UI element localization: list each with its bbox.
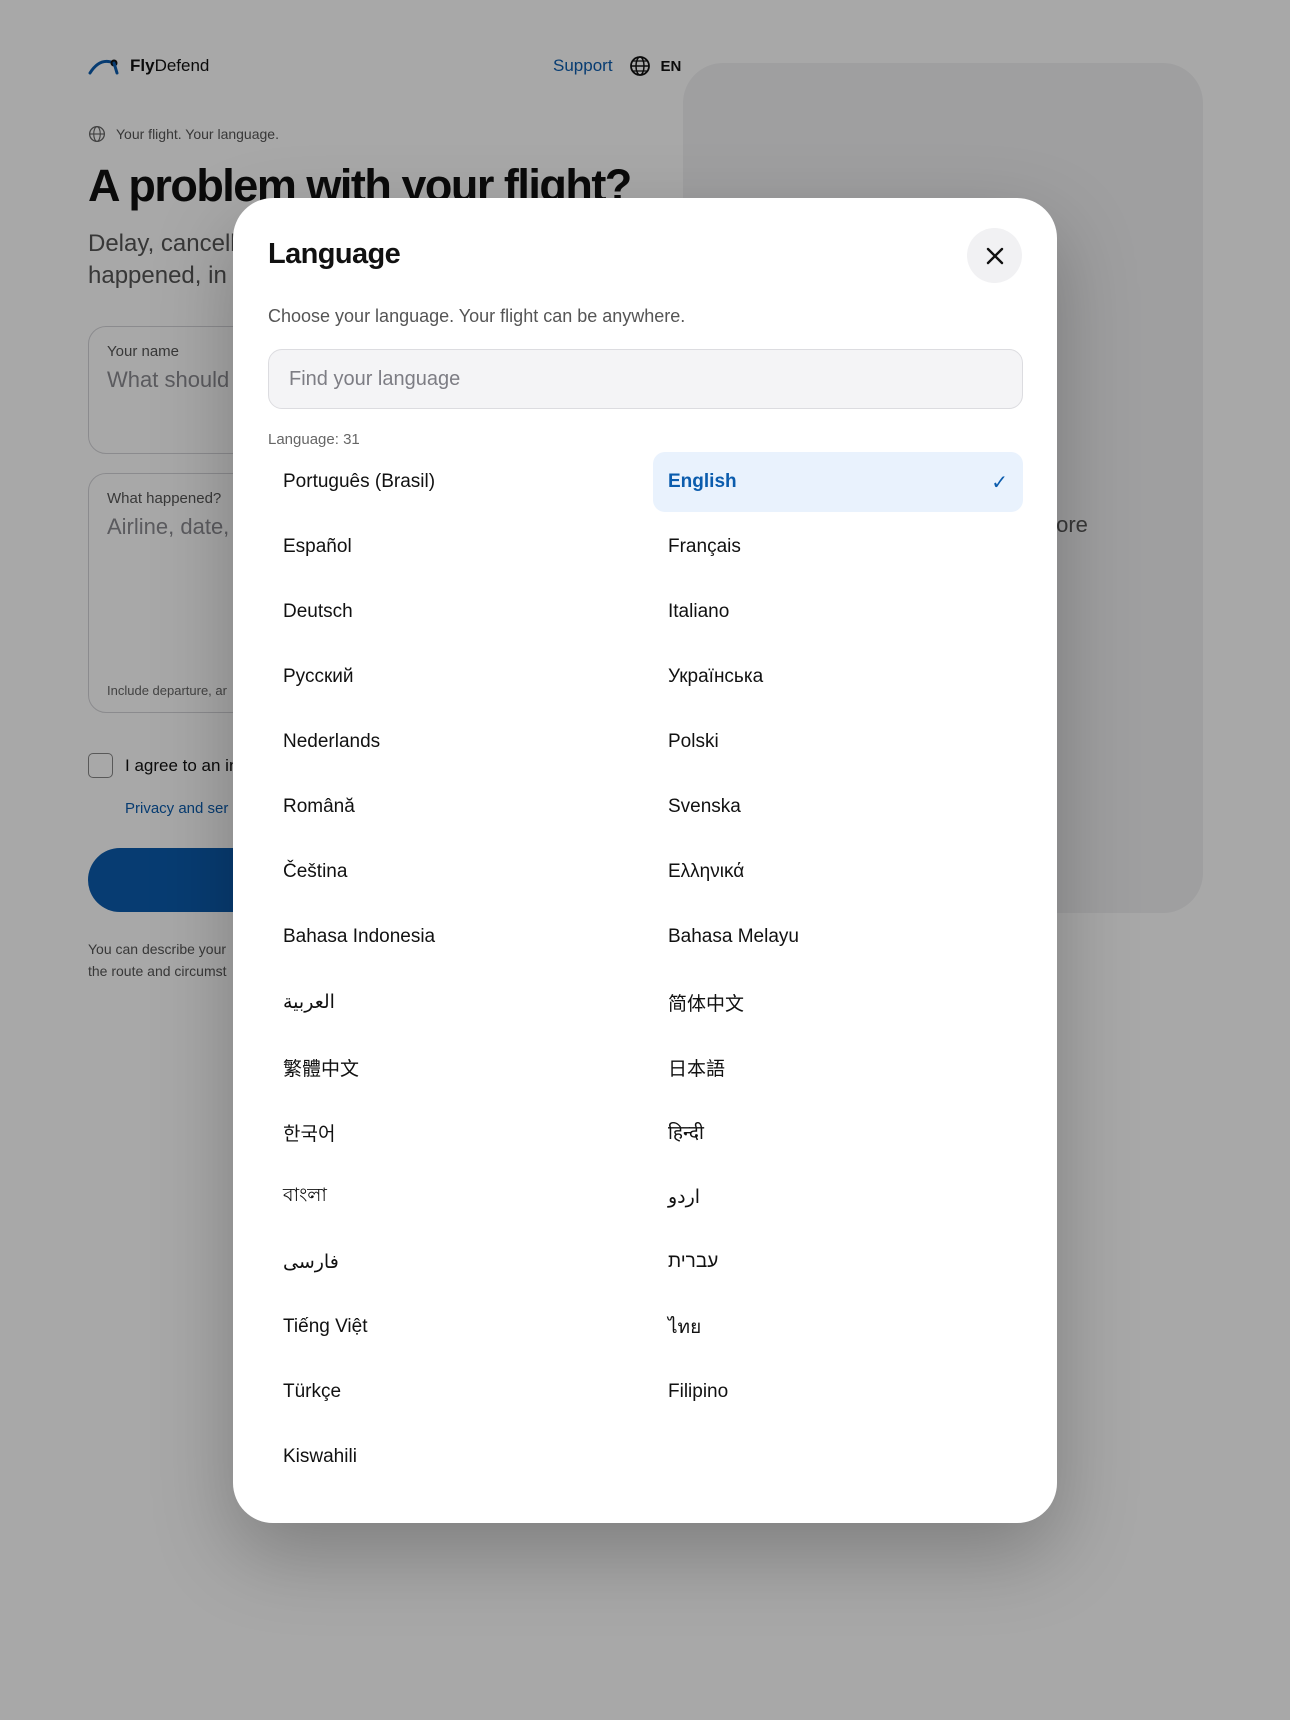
language-option-label: اردو <box>668 1186 701 1208</box>
language-option-label: English <box>668 471 737 492</box>
language-option-label: Bahasa Indonesia <box>283 926 436 947</box>
language-search-input[interactable] <box>268 349 1023 409</box>
language-option-label: Українська <box>668 666 764 687</box>
language-option-label: हिन्दी <box>668 1123 704 1144</box>
language-option[interactable]: हिन्दी <box>653 1102 1023 1162</box>
language-option-label: Ελληνικά <box>668 861 745 882</box>
language-option-label: 日本語 <box>668 1058 726 1080</box>
language-option-label: Italiano <box>668 601 730 622</box>
language-option[interactable]: Tiếng Việt <box>268 1297 638 1357</box>
language-option[interactable]: 한국어 <box>268 1102 638 1162</box>
language-option[interactable]: Türkçe <box>268 1362 638 1422</box>
language-option-label: Filipino <box>668 1381 729 1402</box>
close-button[interactable] <box>967 228 1022 283</box>
language-count: Language: 31 <box>268 431 360 448</box>
language-option-label: Deutsch <box>283 601 353 622</box>
language-option-label: 한국어 <box>283 1123 336 1145</box>
language-option[interactable]: Italiano <box>653 582 1023 642</box>
language-option-label: 繁體中文 <box>283 1058 360 1080</box>
language-option[interactable]: Română <box>268 777 638 837</box>
language-option[interactable]: Deutsch <box>268 582 638 642</box>
language-option[interactable]: Français <box>653 517 1023 577</box>
language-option[interactable]: বাংলা <box>268 1167 638 1227</box>
language-option-label: Română <box>283 796 355 817</box>
language-option[interactable]: Nederlands <box>268 712 638 772</box>
language-modal: Language Choose your language. Your flig… <box>233 198 1057 1523</box>
language-option-label: العربية <box>283 991 335 1013</box>
close-icon <box>986 247 1003 264</box>
modal-title: Language <box>268 238 401 270</box>
language-option[interactable]: Português (Brasil) <box>268 452 638 512</box>
language-option[interactable]: Čeština <box>268 842 638 902</box>
language-option[interactable]: 简体中文 <box>653 972 1023 1032</box>
language-option-label: Kiswahili <box>283 1446 357 1467</box>
modal-description: Choose your language. Your flight can be… <box>268 306 686 326</box>
language-option[interactable]: اردو <box>653 1167 1023 1227</box>
language-option-label: Nederlands <box>283 731 381 752</box>
language-option-label: Français <box>668 536 741 557</box>
language-option[interactable]: Polski <box>653 712 1023 772</box>
language-option-label: 简体中文 <box>668 993 745 1015</box>
language-option[interactable]: Kiswahili <box>268 1427 638 1487</box>
checkmark-icon: ✓ <box>991 471 1008 494</box>
language-option-label: ไทย <box>668 1317 702 1338</box>
language-option[interactable]: ไทย <box>653 1297 1023 1357</box>
language-option-label: Tiếng Việt <box>283 1316 368 1337</box>
language-option[interactable]: 繁體中文 <box>268 1037 638 1097</box>
language-option[interactable]: Svenska <box>653 777 1023 837</box>
language-option-label: Čeština <box>283 861 348 882</box>
language-option-label: فارسی <box>283 1251 339 1273</box>
language-option-label: Svenska <box>668 796 741 817</box>
language-option[interactable]: 日本語 <box>653 1037 1023 1097</box>
language-option[interactable]: Українська <box>653 647 1023 707</box>
language-option[interactable]: فارسی <box>268 1232 638 1292</box>
language-option[interactable]: العربية <box>268 972 638 1032</box>
language-option-label: Español <box>283 536 352 557</box>
language-option[interactable]: Русский <box>268 647 638 707</box>
language-option-label: Polski <box>668 731 719 752</box>
language-option-label: Bahasa Melayu <box>668 926 799 947</box>
language-option[interactable]: English ✓ <box>653 452 1023 512</box>
language-option[interactable]: Ελληνικά <box>653 842 1023 902</box>
language-option[interactable]: Bahasa Melayu <box>653 907 1023 967</box>
language-option[interactable]: Bahasa Indonesia <box>268 907 638 967</box>
language-option-label: বাংলা <box>283 1185 327 1206</box>
language-option[interactable]: עברית <box>653 1232 1023 1292</box>
language-option-label: Русский <box>283 666 354 687</box>
language-option-label: Português (Brasil) <box>283 471 436 492</box>
language-option[interactable]: Español <box>268 517 638 577</box>
language-option[interactable]: Filipino <box>653 1362 1023 1422</box>
language-option-label: Türkçe <box>283 1381 342 1402</box>
language-option-label: עברית <box>668 1251 719 1272</box>
language-list: Português (Brasil) English ✓ Español Françai… <box>268 452 1023 1487</box>
